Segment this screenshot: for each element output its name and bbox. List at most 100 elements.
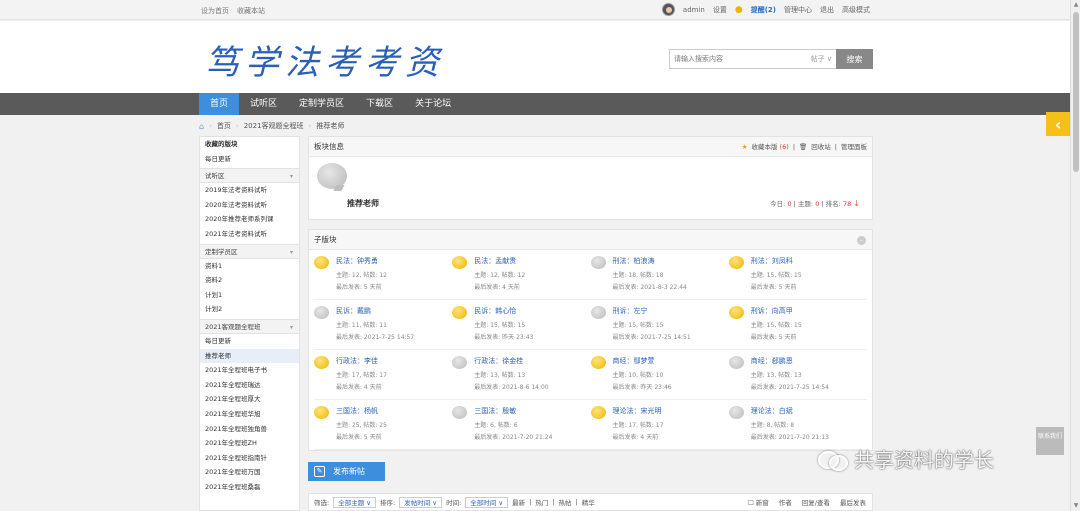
sidebar-item[interactable]: 资料2 [200,273,299,288]
avatar[interactable] [661,3,675,16]
subforum-link[interactable]: 三国法：杨帆 [336,406,378,416]
bookmark-link[interactable]: 收藏本站 [237,6,265,16]
page-scrollbar[interactable]: ▲ ▼ [1070,0,1080,511]
subforum-link[interactable]: 刑诉：左宁 [613,306,648,316]
forum-info-header: 板块信息 ★ 收藏本版 (6) | 🗑 回收站 | 管理面板 [309,137,872,157]
subforum-link[interactable]: 商经：鄢梦萱 [613,356,655,366]
search-type-select[interactable]: 帖子 ∨ [811,54,832,64]
nav-item-about[interactable]: 关于论坛 [404,93,462,115]
sidebar-item[interactable]: 2021年全程班指南针 [200,451,299,466]
subforum-link[interactable]: 商经：郄鹏恩 [751,356,793,366]
home-icon[interactable]: ⌂ [199,122,204,131]
subforum-link[interactable]: 民法：钟秀勇 [336,256,378,266]
filter-latest[interactable]: 最新 [512,497,525,507]
search-button[interactable]: 搜索 [836,49,873,69]
subforum-link[interactable]: 行政法：徐金桂 [474,356,523,366]
sidebar-item[interactable]: 2020年推荐老师系列课 [200,212,299,227]
sidebar-item[interactable]: 2021年全程班厚大 [200,392,299,407]
subforum-link[interactable]: 民诉：韩心怡 [474,306,516,316]
sidebar-item[interactable]: 每日更新 [200,334,299,349]
advanced-mode-link[interactable]: 高级模式 [842,5,870,15]
trash-icon: 🗑 [799,143,808,151]
sidebar-item[interactable]: 计划1 [200,288,299,303]
filter-hot[interactable]: 热门 [535,497,548,507]
contact-us-button[interactable]: 联系我们 [1036,427,1064,455]
forum-info-panel: 板块信息 ★ 收藏本版 (6) | 🗑 回收站 | 管理面板 推荐老师 今日: … [308,136,873,220]
breadcrumb-category[interactable]: 2021客观题全程班 [244,121,304,131]
forum-bubble-icon [314,306,329,319]
sidebar-item[interactable]: 资料1 [200,259,299,274]
sidebar-group-custom[interactable]: 定制学员区 ▾ [200,243,299,259]
sidebar-item[interactable]: 2020年法考资料试听 [200,198,299,213]
subforum-stats: 主题: 15, 帖数: 15 [612,322,664,329]
sidebar-item[interactable]: 2021年全程班瑞达 [200,378,299,393]
subforum-header: 子版块 [309,230,872,250]
time-select[interactable]: 全部时间 ∨ [465,496,509,508]
nav-item-download[interactable]: 下载区 [355,93,404,115]
collapse-sidebar-button[interactable]: ‹ [1046,112,1070,136]
site-logo[interactable]: 笃学法考考资 [205,35,445,84]
subforum-item: 刑法：刘凤科 主题: 15, 帖数: 15 最后发表: 5 天前 [728,250,867,300]
forum-bubble-icon [314,256,329,269]
recycle-link[interactable]: 回收站 [811,137,831,157]
forum-bubble-icon [452,306,468,319]
sidebar-item-active[interactable]: 推荐老师 [200,348,299,364]
subforum-link[interactable]: 三国法：殷敏 [474,406,516,416]
sidebar-item[interactable]: 2021年全程班电子书 [200,363,299,378]
search-placeholder: 请输入搜索内容 [674,55,723,63]
filter-hot-posts[interactable]: 热帖 [559,497,572,507]
subforum-link[interactable]: 民诉：戴鹏 [336,306,371,316]
subforum-link[interactable]: 行政法：李佳 [336,356,378,366]
subforum-last-post: 最后发表: 2021-7-25 14:54 [750,384,829,391]
nav-item-custom[interactable]: 定制学员区 [288,93,355,115]
subforum-link[interactable]: 刑诉：向高甲 [751,306,793,316]
forum-stats: 今日: 0 | 主题: 0 | 排名: 78 ↓ [770,199,860,208]
sidebar-item[interactable]: 计划2 [200,302,299,317]
remind-link[interactable]: 提醒(2) [751,5,776,15]
scroll-thumb[interactable] [1073,12,1079,172]
sidebar-item[interactable]: 2021年全程班万国 [200,465,299,480]
nav-item-home[interactable]: 首页 [199,93,240,115]
subforum-panel: 子版块 – 民法：钟秀勇 主题: 12, 帖数: 12 最后发表: 5 天前 民法：孟… [308,229,873,451]
new-post-button[interactable]: ✎ 发布新帖 [308,462,385,481]
subforum-item: 理论法：宋光明 主题: 17, 帖数: 17 最后发表: 4 天前 [590,400,729,450]
set-home-link[interactable]: 设为首页 [201,6,229,16]
breadcrumb-home[interactable]: 首页 [217,121,231,131]
manage-panel-link[interactable]: 管理面板 [841,137,867,157]
subforum-stats: 主题: 17, 帖数: 17 [336,372,387,379]
sort-select[interactable]: 发帖时间 ∨ [399,496,443,508]
sidebar-item[interactable]: 2019年法考资料试听 [200,183,299,198]
subforum-item: 行政法：李佳 主题: 17, 帖数: 17 最后发表: 4 天前 [314,350,453,400]
forum-bubble-icon [590,306,606,319]
subforum-link[interactable]: 理论法：白斌 [751,406,793,416]
logout-link[interactable]: 退出 [820,5,834,15]
username-link[interactable]: admin [683,6,705,14]
favorite-forum-link[interactable]: 收藏本版 (6) [752,137,789,157]
search-input[interactable]: 请输入搜索内容 帖子 ∨ [669,49,836,69]
collapse-icon[interactable]: – [857,236,866,245]
subforum-link[interactable]: 民法：孟献贵 [474,256,516,266]
sidebar-item[interactable]: 2021年全程班华旭 [200,407,299,422]
sidebar-item-daily[interactable]: 每日更新 [200,152,299,167]
new-window-checkbox[interactable]: ☐ 新窗 [748,497,769,507]
settings-link[interactable]: 设置 [713,5,727,15]
subforum-item: 刑诉：左宁 主题: 15, 帖数: 15 最后发表: 2021-7-25 14:51 [590,300,729,350]
subforum-last-post: 最后发表: 2021-7-20 21:13 [750,434,829,441]
sidebar-item[interactable]: 2021年全程班桑磊 [200,480,299,495]
sidebar-item[interactable]: 2021年全程班ZH [200,436,299,451]
search-bar: 请输入搜索内容 帖子 ∨ 搜索 [669,49,873,69]
wechat-icon [818,449,848,471]
subforum-stats: 主题: 17, 帖数: 17 [612,422,664,429]
admin-center-link[interactable]: 管理中心 [784,5,812,15]
sidebar-item[interactable]: 2021年全程班独角兽 [200,422,299,437]
subforum-link[interactable]: 刑法：刘凤科 [751,256,793,266]
filter-digest[interactable]: 精华 [582,497,595,507]
panel-title: 板块信息 [314,142,344,151]
sidebar-item[interactable]: 2021年法考资料试听 [200,227,299,242]
nav-item-trial[interactable]: 试听区 [239,93,288,115]
sidebar-group-trial[interactable]: 试听区 ▾ [200,168,299,184]
topic-filter-select[interactable]: 全部主题 ∨ [333,496,377,508]
subforum-link[interactable]: 刑法：柏浪涛 [613,256,655,266]
sidebar-group-2021[interactable]: 2021客观题全程班 ▾ [200,318,299,334]
subforum-link[interactable]: 理论法：宋光明 [613,406,662,416]
